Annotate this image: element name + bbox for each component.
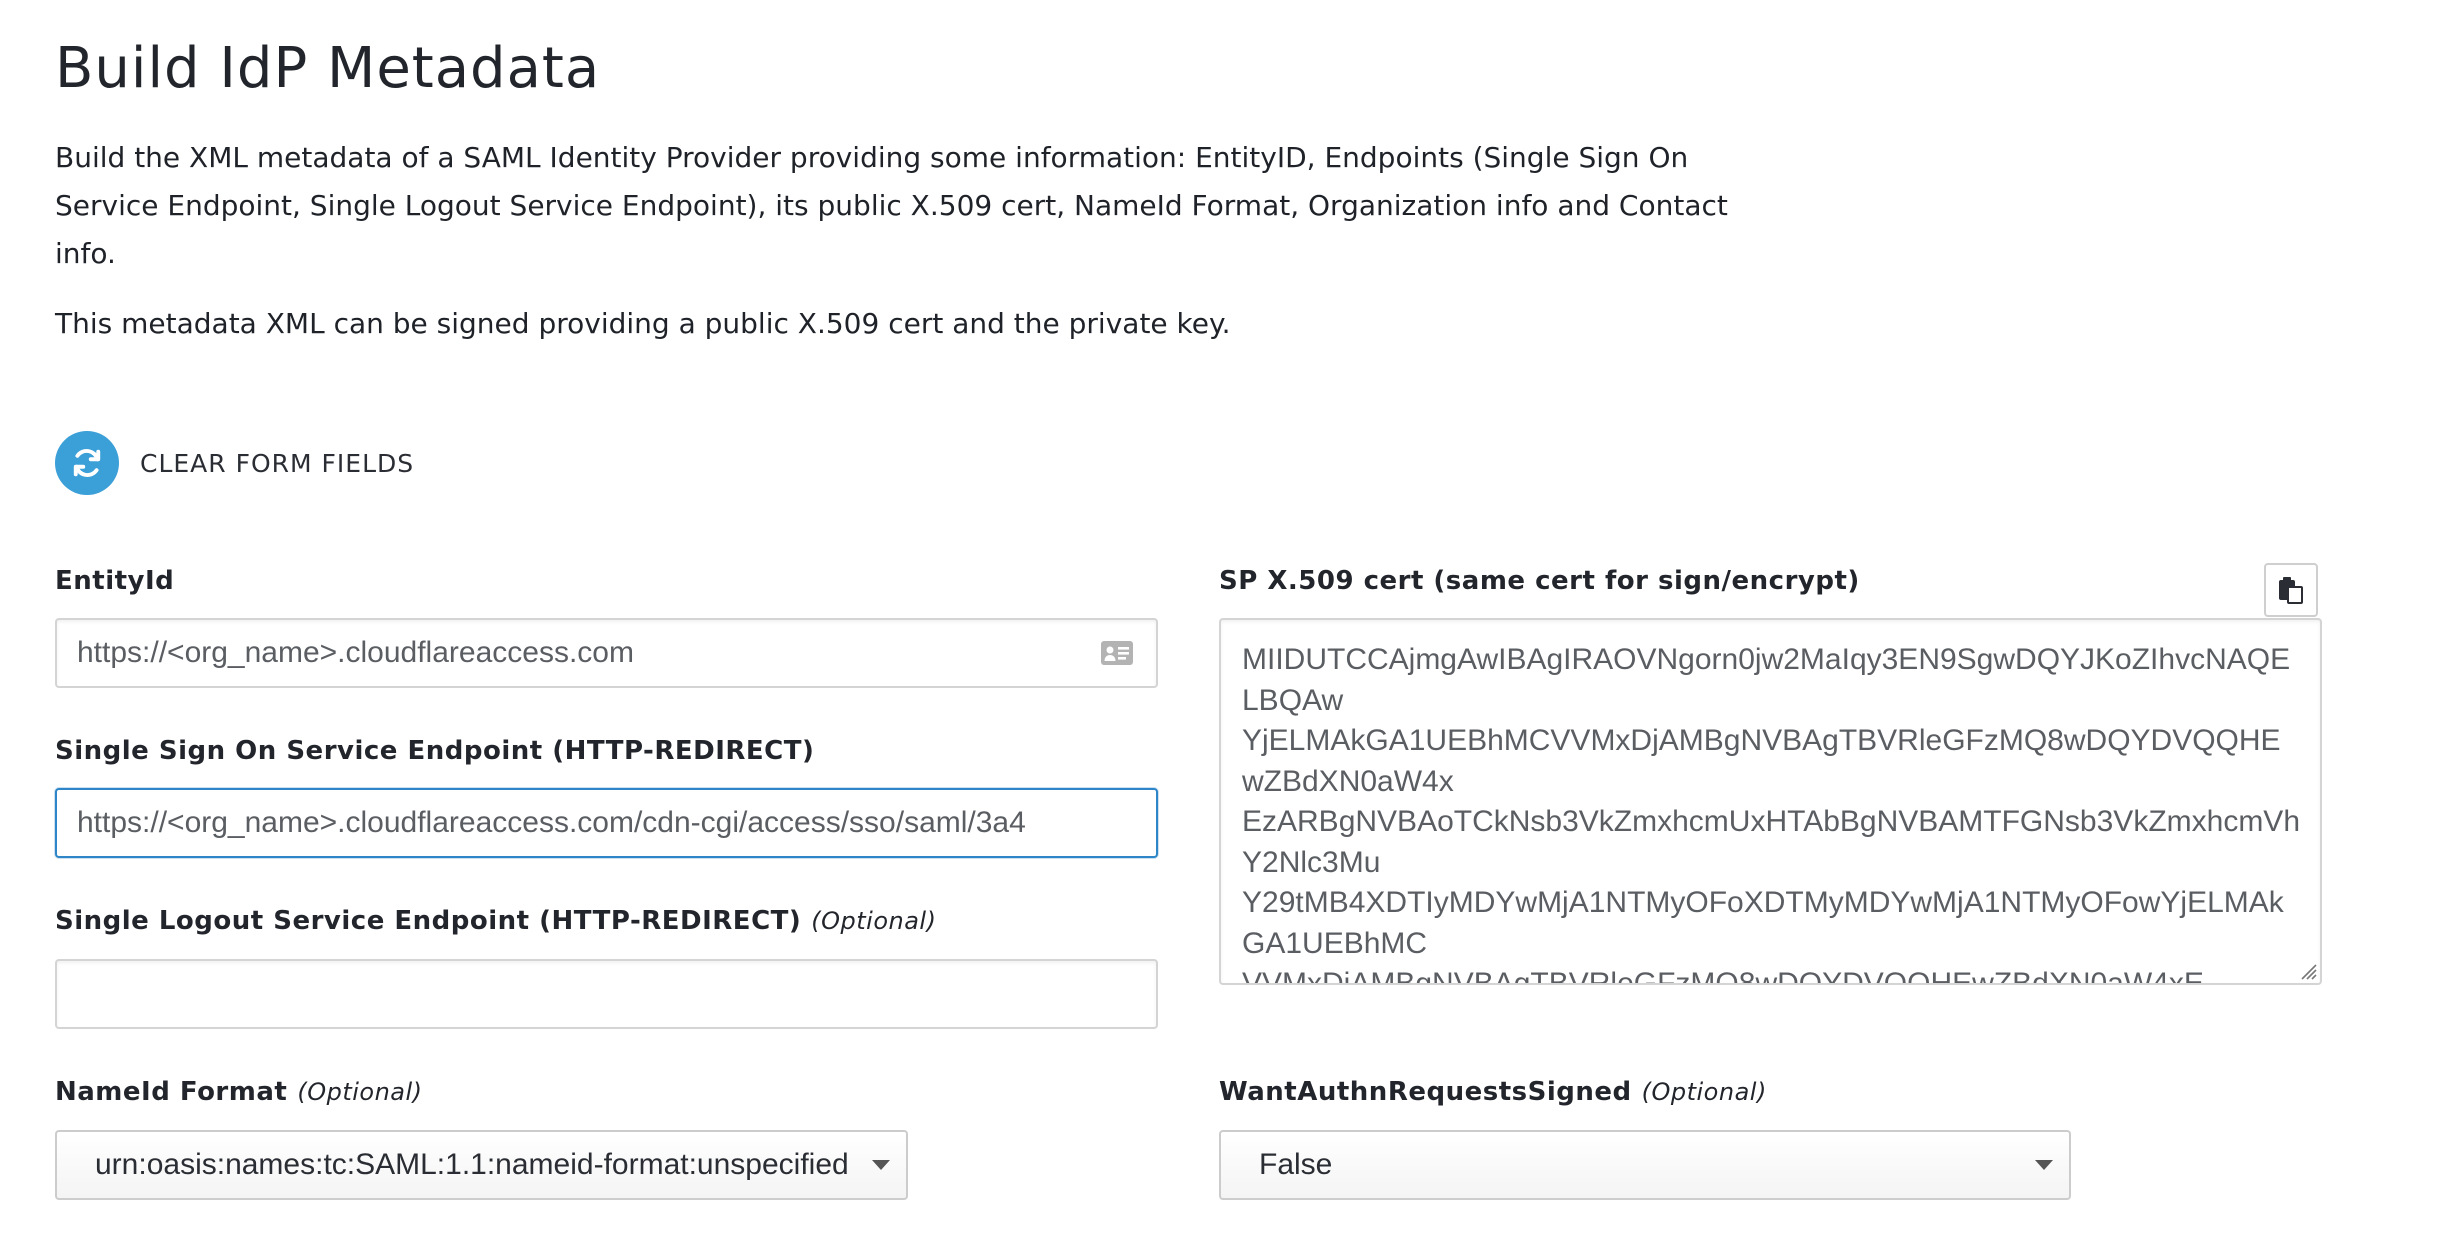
chevron-down-icon — [872, 1160, 890, 1170]
entity-id-input[interactable]: https://<org_name>.cloudflareaccess.com — [55, 618, 1158, 688]
optional-tag: (Optional) — [811, 907, 937, 935]
want-authn-signed-selected: False — [1259, 1148, 1333, 1181]
clipboard-icon — [2279, 577, 2303, 604]
contact-card-icon — [1101, 641, 1133, 665]
sso-endpoint-input[interactable]: https://<org_name>.cloudflareaccess.com/… — [55, 788, 1158, 858]
sso-endpoint-value: https://<org_name>.cloudflareaccess.com/… — [77, 806, 1026, 839]
resize-handle-icon[interactable] — [2298, 961, 2318, 981]
clear-form-fields-button[interactable]: CLEAR FORM FIELDS — [55, 431, 414, 495]
nameid-format-label: NameId Format (Optional) — [55, 1077, 423, 1107]
nameid-format-selected: urn:oasis:names:tc:SAML:1.1:nameid-forma… — [95, 1148, 849, 1181]
optional-tag: (Optional) — [297, 1078, 423, 1106]
optional-tag: (Optional) — [1641, 1078, 1767, 1106]
copy-cert-button[interactable] — [2264, 563, 2318, 617]
sso-endpoint-label-text: Single Sign On Service Endpoint (HTTP-RE… — [55, 736, 815, 766]
page-description: Build the XML metadata of a SAML Identit… — [55, 141, 1728, 270]
sso-endpoint-label: Single Sign On Service Endpoint (HTTP-RE… — [55, 736, 814, 766]
entity-id-value: https://<org_name>.cloudflareaccess.com — [77, 636, 634, 669]
slo-endpoint-label-text: Single Logout Service Endpoint (HTTP-RED… — [55, 906, 802, 936]
sp-cert-label-text: SP X.509 cert (same cert for sign/encryp… — [1219, 566, 1860, 596]
nameid-format-label-text: NameId Format — [55, 1077, 288, 1107]
want-authn-signed-label-text: WantAuthnRequestsSigned — [1219, 1077, 1632, 1107]
nameid-format-select[interactable]: urn:oasis:names:tc:SAML:1.1:nameid-forma… — [55, 1130, 908, 1200]
sp-cert-label: SP X.509 cert (same cert for sign/encryp… — [1219, 566, 1860, 596]
clear-form-fields-label[interactable]: CLEAR FORM FIELDS — [140, 449, 414, 478]
want-authn-signed-select[interactable]: False — [1219, 1130, 2071, 1200]
entity-id-label-text: EntityId — [55, 566, 175, 596]
page-title: Build IdP Metadata — [55, 36, 601, 101]
want-authn-signed-label: WantAuthnRequestsSigned (Optional) — [1219, 1077, 1767, 1107]
sp-cert-textarea[interactable]: MIIDUTCCAjmgAwIBAgIRAOVNgorn0jw2MaIqy3EN… — [1219, 618, 2322, 985]
slo-endpoint-input[interactable] — [55, 959, 1158, 1029]
signing-note: This metadata XML can be signed providin… — [55, 307, 1231, 340]
chevron-down-icon — [2035, 1160, 2053, 1170]
refresh-icon[interactable] — [55, 431, 119, 495]
sp-cert-value: MIIDUTCCAjmgAwIBAgIRAOVNgorn0jw2MaIqy3EN… — [1242, 643, 2300, 985]
slo-endpoint-label: Single Logout Service Endpoint (HTTP-RED… — [55, 906, 936, 936]
entity-id-label: EntityId — [55, 566, 174, 596]
